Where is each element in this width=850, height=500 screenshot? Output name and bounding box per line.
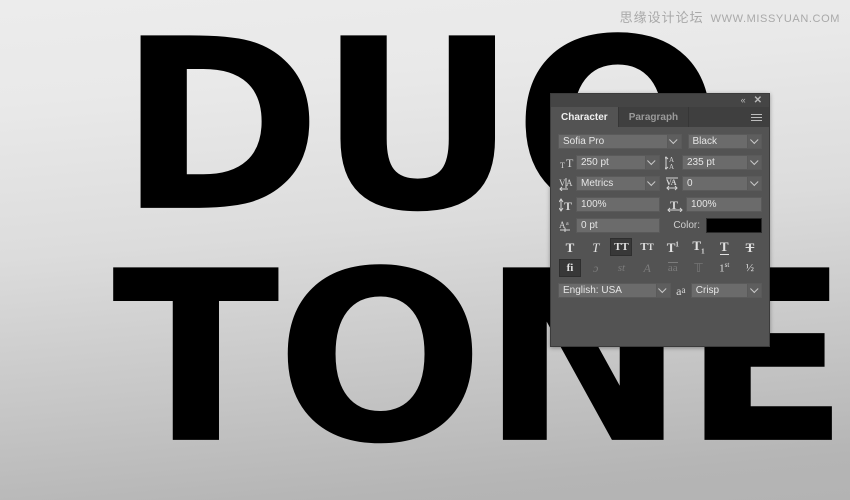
vertical-scale-icon: T (558, 197, 576, 213)
font-style-cell: Black (687, 133, 762, 150)
language-cell: English: USA (558, 283, 671, 298)
font-family-input[interactable]: Sofia Pro (558, 134, 668, 149)
underline-button[interactable]: T (713, 238, 735, 256)
font-family-cell: Sofia Pro (558, 133, 682, 150)
baseline-color-row: Aa 0 pt Color: (558, 217, 762, 234)
color-cell: Color: (664, 217, 762, 234)
color-swatch[interactable] (706, 218, 762, 233)
tab-paragraph[interactable]: Paragraph (619, 107, 690, 127)
antialias-cell: Crisp (690, 283, 762, 298)
antialias-chevron-down-icon[interactable] (748, 283, 762, 298)
font-style-input[interactable]: Black (687, 134, 748, 149)
tab-character[interactable]: Character (551, 107, 619, 127)
vertical-scale-cell: T 100% (558, 196, 660, 213)
all-caps-button[interactable]: TT (610, 238, 633, 256)
photoshop-canvas: 思缘设计论坛 WWW.MISSYUAN.COM DUO TONE « ✕ Cha… (0, 0, 850, 500)
language-antialias-row: English: USA aa Crisp (558, 282, 762, 299)
font-family-chevron-down-icon[interactable] (667, 134, 682, 149)
font-size-icon: TT (558, 155, 576, 171)
vertical-scale-input[interactable]: 100% (576, 197, 660, 212)
subscript-button[interactable]: T1 (688, 238, 710, 256)
titling-alternates-button[interactable]: 𝕋 (688, 259, 710, 277)
faux-bold-button[interactable]: T (559, 238, 581, 256)
swash-button[interactable]: A (636, 259, 658, 277)
standard-ligatures-button[interactable]: fi (559, 259, 581, 277)
scale-row: T 100% T 100% (558, 196, 762, 213)
tracking-input[interactable]: 0 (681, 176, 748, 191)
tracking-cell: VA 0 (664, 175, 762, 192)
kerning-cell: VA Metrics (558, 175, 660, 192)
kerning-tracking-row: VA Metrics VA 0 (558, 175, 762, 192)
svg-text:A: A (566, 178, 573, 188)
tracking-icon: VA (664, 176, 682, 192)
kerning-chevron-down-icon[interactable] (645, 176, 660, 191)
leading-cell: AA 235 pt (664, 154, 762, 171)
small-caps-button[interactable]: TT (636, 238, 658, 256)
panel-tabs: Character Paragraph (551, 107, 769, 127)
svg-text:T: T (566, 156, 574, 169)
baseline-shift-cell: Aa 0 pt (558, 217, 660, 234)
stylistic-alternates-button[interactable]: aa (662, 259, 684, 277)
character-panel: « ✕ Character Paragraph Sofia Pro Black (550, 93, 770, 347)
superscript-button[interactable]: T1 (662, 238, 684, 256)
tracking-chevron-down-icon[interactable] (748, 176, 762, 191)
kerning-icon: VA (558, 176, 576, 192)
baseline-shift-input[interactable]: 0 pt (576, 218, 660, 233)
svg-text:A: A (669, 163, 674, 170)
color-label: Color: (673, 220, 700, 231)
collapse-icon[interactable]: « (741, 96, 746, 105)
font-style-chevron-down-icon[interactable] (748, 134, 762, 149)
contextual-alternates-button[interactable]: ɔ (585, 259, 607, 277)
discretionary-ligatures-button[interactable]: st (610, 259, 632, 277)
baseline-shift-icon: Aa (558, 218, 576, 234)
panel-body: Sofia Pro Black TT 250 pt A A 235 pt V A… (551, 127, 769, 299)
svg-text:V: V (559, 178, 566, 188)
ordinals-button[interactable]: 1st (713, 259, 735, 277)
size-leading-row: TT 250 pt AA 235 pt (558, 154, 762, 171)
font-size-input[interactable]: 250 pt (576, 155, 646, 170)
close-icon[interactable]: ✕ (754, 95, 762, 106)
svg-text:T: T (564, 199, 572, 212)
panel-menu-icon[interactable] (751, 107, 769, 127)
panel-titlebar: « ✕ (551, 94, 769, 107)
language-input[interactable]: English: USA (558, 283, 657, 298)
leading-icon: AA (664, 155, 682, 171)
svg-text:VA: VA (666, 178, 677, 187)
leading-chevron-down-icon[interactable] (748, 155, 762, 170)
antialias-input[interactable]: Crisp (690, 283, 748, 298)
style-buttons-row: T T TT TT T1 T1 T T (558, 238, 762, 256)
font-size-cell: TT 250 pt (558, 154, 660, 171)
horizontal-scale-cell: T 100% (664, 196, 762, 213)
horizontal-scale-input[interactable]: 100% (686, 197, 762, 212)
faux-italic-button[interactable]: T (585, 238, 607, 256)
font-row: Sofia Pro Black (558, 133, 762, 150)
language-chevron-down-icon[interactable] (656, 283, 671, 298)
strikethrough-button[interactable]: T (739, 238, 761, 256)
svg-text:T: T (560, 161, 565, 169)
font-size-chevron-down-icon[interactable] (645, 155, 660, 170)
horizontal-scale-icon: T (666, 197, 684, 213)
aa-icon: aa (676, 283, 686, 298)
leading-input[interactable]: 235 pt (681, 155, 748, 170)
fractions-button[interactable]: ½ (739, 259, 761, 277)
kerning-input[interactable]: Metrics (576, 176, 646, 191)
opentype-buttons-row: fi ɔ st A aa 𝕋 1st ½ (558, 259, 762, 277)
svg-text:a: a (566, 221, 569, 227)
